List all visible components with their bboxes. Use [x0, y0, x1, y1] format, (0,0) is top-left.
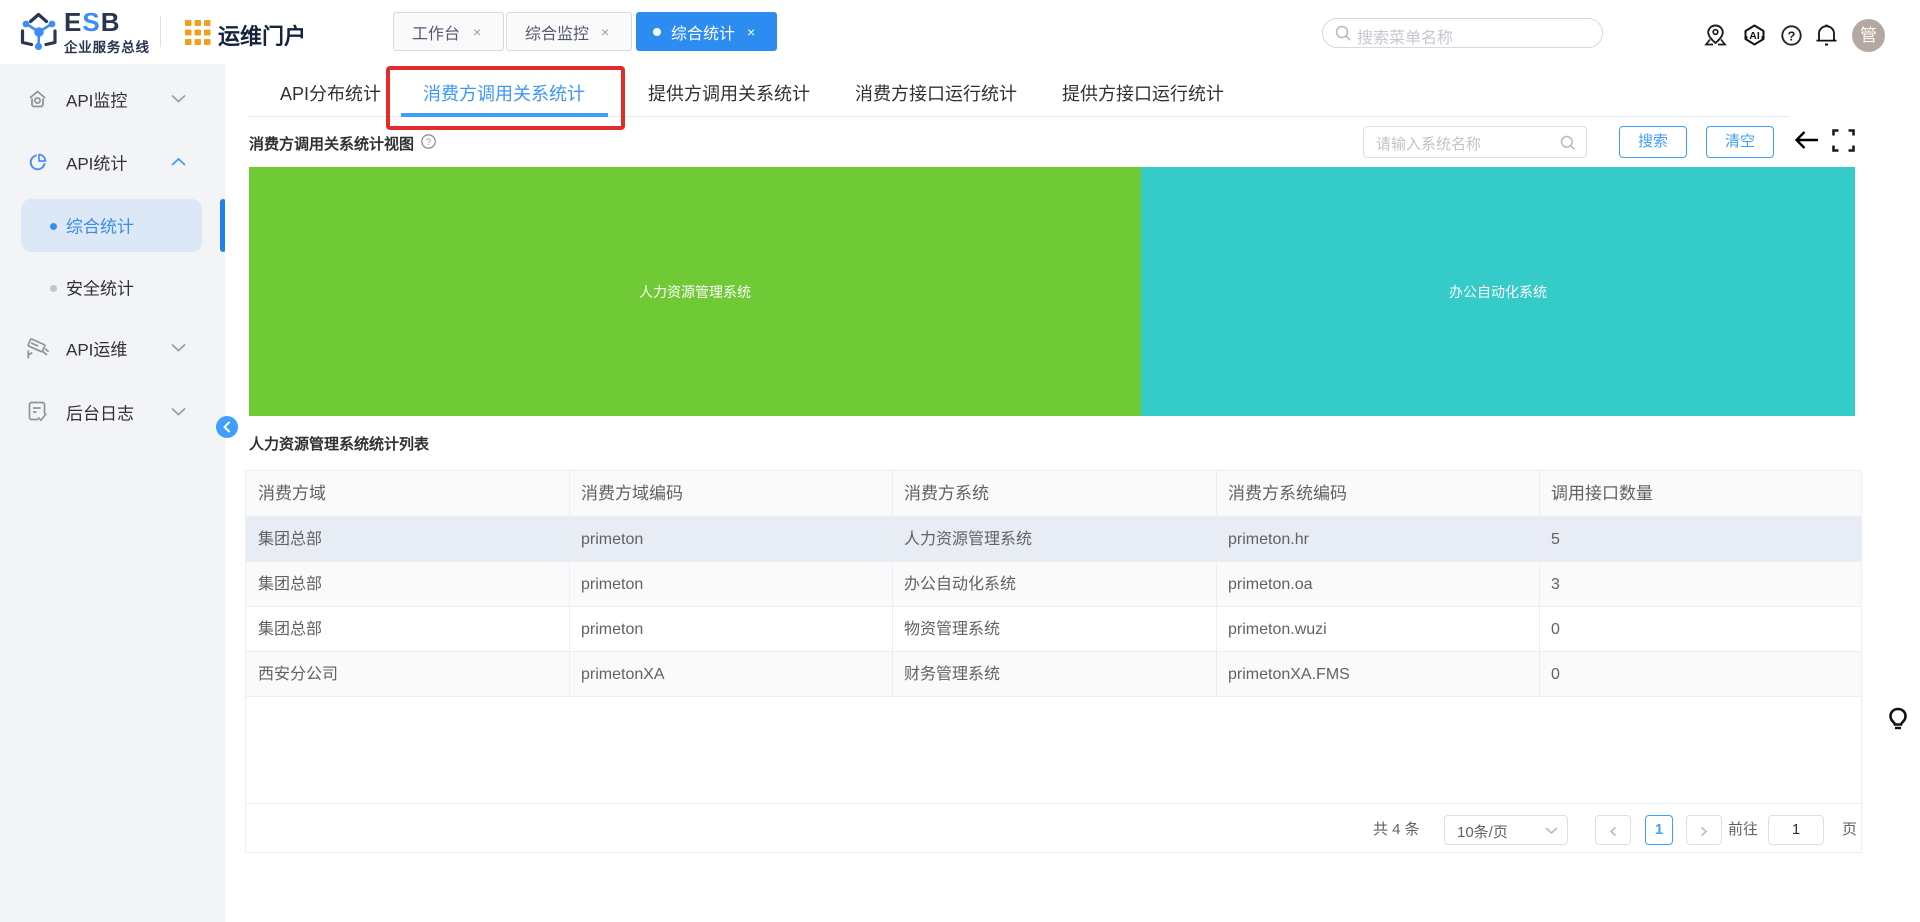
svg-text:?: ? [1788, 28, 1796, 43]
svg-text:AI: AI [1749, 30, 1760, 42]
svg-text:?: ? [426, 137, 431, 148]
